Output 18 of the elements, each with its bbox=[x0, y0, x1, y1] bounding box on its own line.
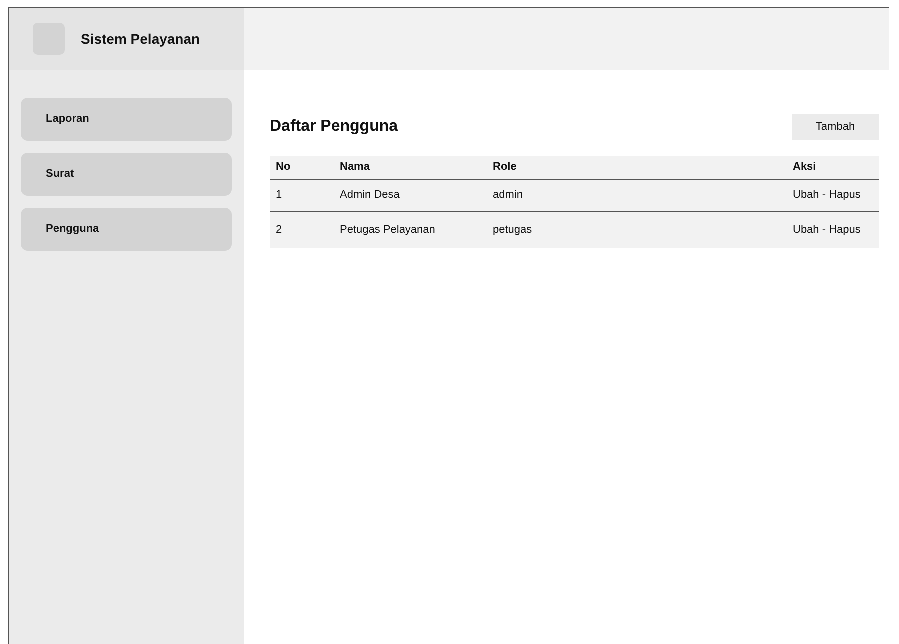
column-header: Role bbox=[493, 160, 518, 176]
row-actions-link[interactable]: Ubah - Hapus bbox=[793, 222, 879, 238]
sidebar-item[interactable]: Laporan bbox=[21, 98, 232, 141]
add-button[interactable]: Tambah bbox=[792, 114, 879, 140]
page-title: Daftar Pengguna bbox=[270, 117, 398, 137]
table-cell-text: 2 bbox=[275, 222, 284, 238]
row-actions-link[interactable]: Ubah - Hapus bbox=[793, 187, 879, 204]
column-header: Nama bbox=[340, 160, 371, 176]
sidebar-item[interactable]: Pengguna bbox=[21, 208, 232, 251]
column-header: Aksi bbox=[793, 160, 818, 176]
table-cell-text: Admin Desa bbox=[340, 188, 401, 204]
table-cell-text: petugas bbox=[493, 222, 534, 238]
table-cell-text: admin bbox=[493, 188, 524, 204]
table-cell-text: 1 bbox=[275, 188, 284, 204]
column-header: No bbox=[275, 160, 292, 176]
app-title: Sistem Pelayanan bbox=[81, 30, 200, 49]
table-cell-text: Petugas Pelayanan bbox=[340, 222, 436, 238]
sidebar-item[interactable]: Surat bbox=[21, 153, 232, 196]
